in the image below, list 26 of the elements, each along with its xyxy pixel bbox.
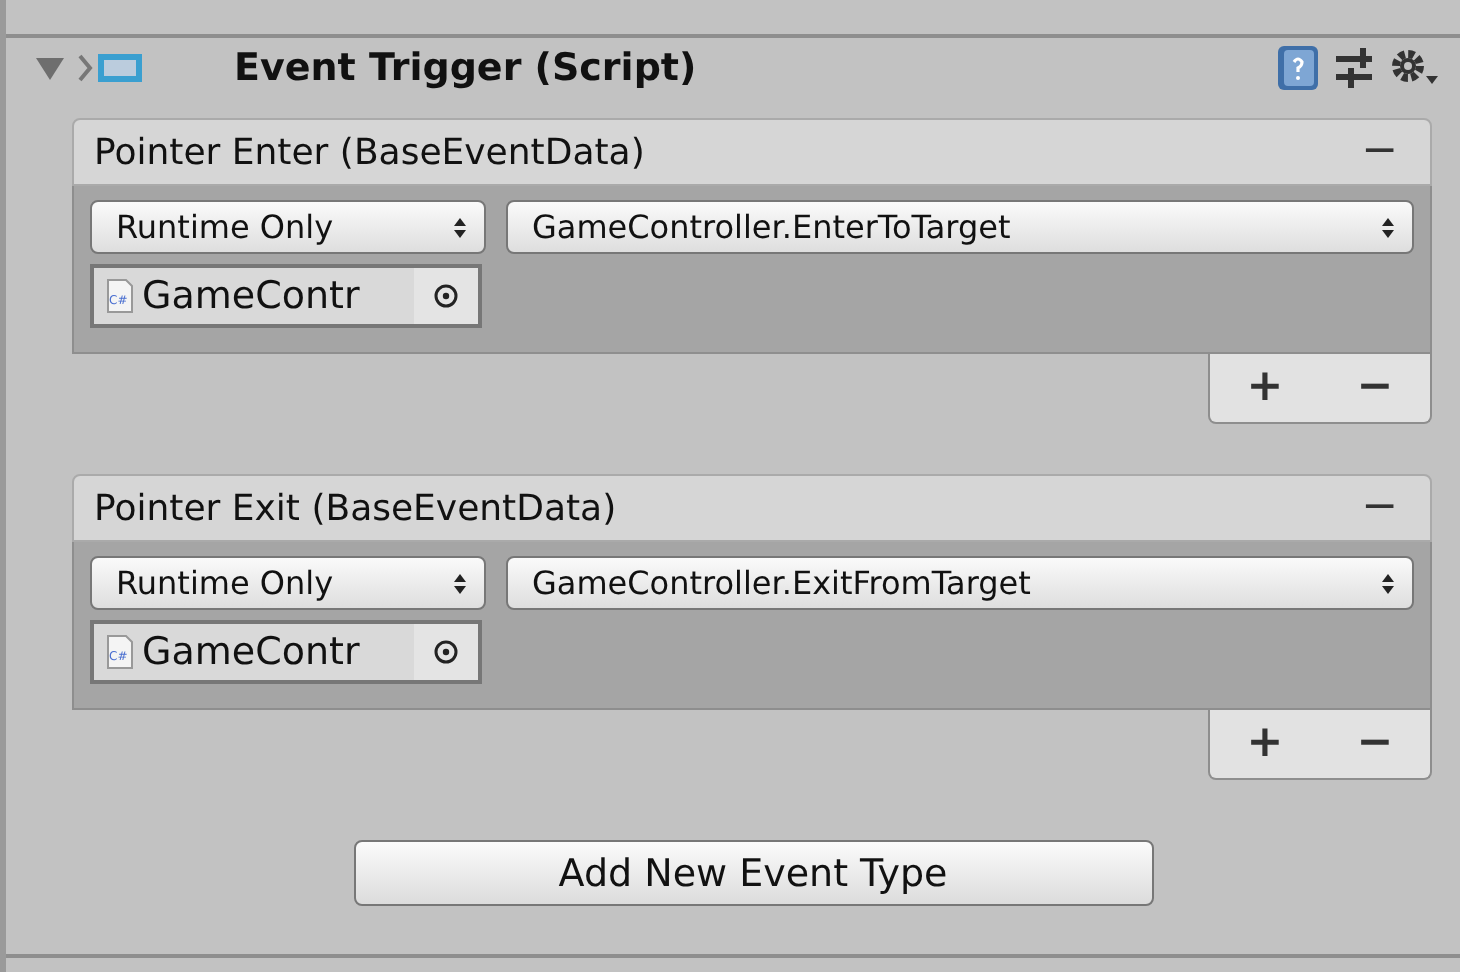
updown-arrows-icon bbox=[1380, 571, 1396, 595]
component-title: Event Trigger (Script) bbox=[234, 46, 699, 90]
runtime-dropdown[interactable]: Runtime Only bbox=[90, 200, 486, 254]
object-name: GameContr bbox=[142, 274, 362, 318]
remove-event-button[interactable]: − bbox=[1349, 486, 1410, 530]
add-event-type-button[interactable]: Add New Event Type bbox=[353, 840, 1153, 906]
foldout-triangle-icon[interactable] bbox=[34, 54, 66, 82]
function-dropdown[interactable]: GameController.EnterToTarget bbox=[506, 200, 1414, 254]
event-title: Pointer Exit (BaseEventData) bbox=[94, 487, 617, 529]
add-listener-button[interactable]: + bbox=[1234, 366, 1296, 410]
remove-listener-button[interactable]: − bbox=[1344, 722, 1406, 766]
remove-listener-button[interactable]: − bbox=[1344, 366, 1406, 410]
help-book-icon[interactable] bbox=[1276, 44, 1320, 92]
runtime-dropdown[interactable]: Runtime Only bbox=[90, 556, 486, 610]
object-name: GameContr bbox=[142, 630, 362, 674]
updown-arrows-icon bbox=[452, 571, 468, 595]
add-listener-button[interactable]: + bbox=[1234, 722, 1296, 766]
object-picker-icon[interactable] bbox=[414, 624, 478, 680]
script-icon bbox=[78, 50, 146, 86]
updown-arrows-icon bbox=[452, 215, 468, 239]
remove-event-button[interactable]: − bbox=[1349, 130, 1410, 174]
object-picker-icon[interactable] bbox=[414, 268, 478, 324]
updown-arrows-icon bbox=[1380, 215, 1396, 239]
event-title: Pointer Enter (BaseEventData) bbox=[94, 131, 645, 173]
preset-sliders-icon[interactable] bbox=[1332, 46, 1376, 90]
function-dropdown[interactable]: GameController.ExitFromTarget bbox=[506, 556, 1414, 610]
